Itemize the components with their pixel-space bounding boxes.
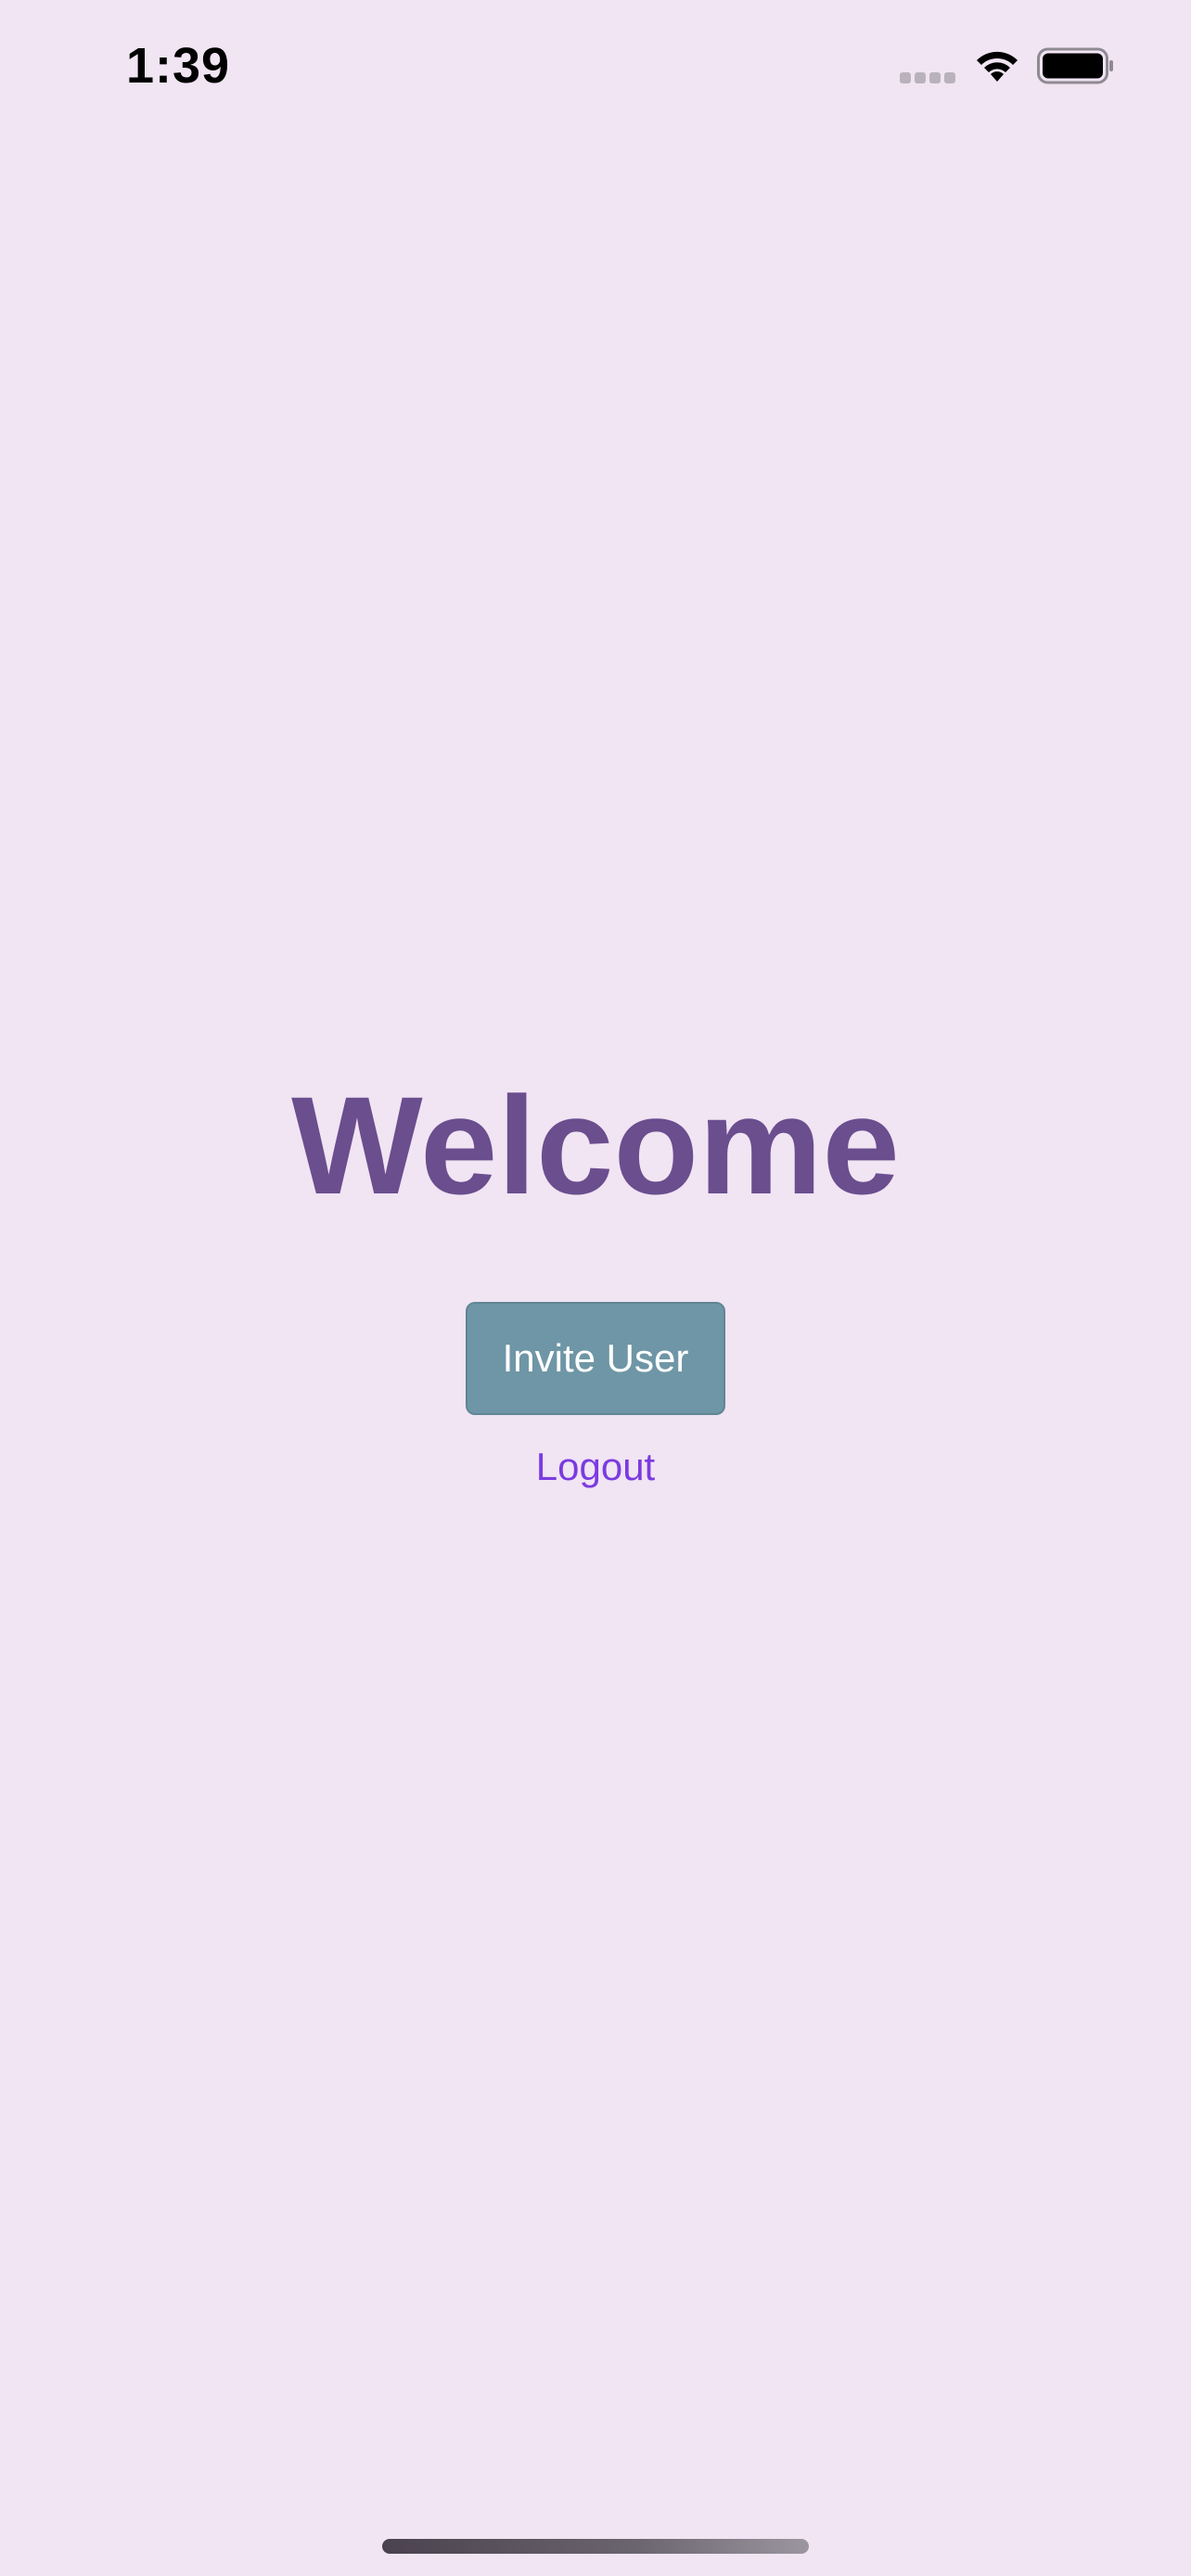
page-title: Welcome: [291, 1067, 900, 1223]
status-time: 1:39: [126, 38, 231, 94]
logout-link[interactable]: Logout: [0, 1445, 1191, 1489]
battery-icon: [1037, 46, 1115, 85]
home-indicator[interactable]: [382, 2539, 809, 2554]
status-bar: 1:39: [0, 0, 1191, 139]
invite-user-button-label: Invite User: [502, 1336, 689, 1380]
cellular-signal-icon: [900, 72, 957, 85]
wifi-icon: [972, 45, 1022, 85]
invite-user-button[interactable]: Invite User: [466, 1302, 725, 1415]
